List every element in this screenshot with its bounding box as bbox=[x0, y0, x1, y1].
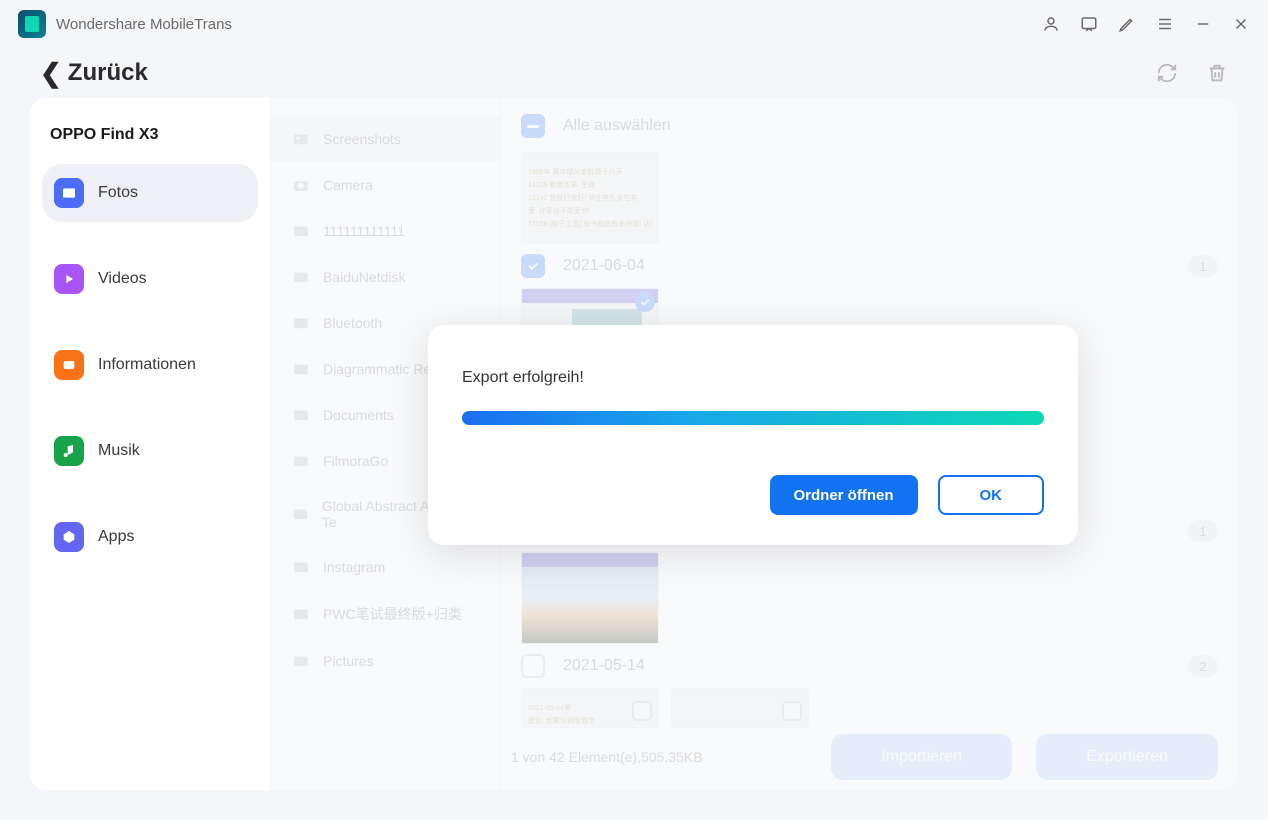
message-icon bbox=[54, 350, 84, 380]
feedback-icon[interactable] bbox=[1080, 15, 1098, 33]
progress-bar bbox=[462, 411, 1044, 425]
modal-title: Export erfolgreih! bbox=[462, 369, 1044, 387]
nav-videos[interactable]: Videos bbox=[42, 250, 258, 308]
open-folder-button[interactable]: Ordner öffnen bbox=[770, 475, 918, 515]
nav-label: Apps bbox=[98, 528, 134, 546]
trash-icon[interactable] bbox=[1206, 62, 1228, 84]
nav-apps[interactable]: Apps bbox=[42, 508, 258, 566]
menu-icon[interactable] bbox=[1156, 15, 1174, 33]
nav-musik[interactable]: Musik bbox=[42, 422, 258, 480]
user-icon[interactable] bbox=[1042, 15, 1060, 33]
nav-fotos[interactable]: Fotos bbox=[42, 164, 258, 222]
edit-icon[interactable] bbox=[1118, 15, 1136, 33]
chevron-left-icon: ❮ bbox=[40, 58, 62, 89]
export-success-modal: Export erfolgreih! Ordner öffnen OK bbox=[428, 325, 1078, 545]
nav-label: Musik bbox=[98, 442, 140, 460]
close-icon[interactable] bbox=[1232, 15, 1250, 33]
back-label: Zurück bbox=[68, 59, 148, 87]
app-logo bbox=[18, 10, 46, 38]
nav-info[interactable]: Informationen bbox=[42, 336, 258, 394]
nav-label: Fotos bbox=[98, 184, 138, 202]
sidebar: OPPO Find X3 Fotos Videos Informationen … bbox=[30, 98, 270, 790]
device-name: OPPO Find X3 bbox=[42, 122, 258, 164]
video-icon bbox=[54, 264, 84, 294]
photo-icon bbox=[54, 178, 84, 208]
minimize-icon[interactable] bbox=[1194, 15, 1212, 33]
app-title: Wondershare MobileTrans bbox=[56, 16, 232, 33]
nav-label: Informationen bbox=[98, 356, 196, 374]
refresh-icon[interactable] bbox=[1156, 62, 1178, 84]
apps-icon bbox=[54, 522, 84, 552]
nav-label: Videos bbox=[98, 270, 147, 288]
ok-button[interactable]: OK bbox=[938, 475, 1045, 515]
music-icon bbox=[54, 436, 84, 466]
back-button[interactable]: ❮ Zurück bbox=[40, 58, 148, 89]
